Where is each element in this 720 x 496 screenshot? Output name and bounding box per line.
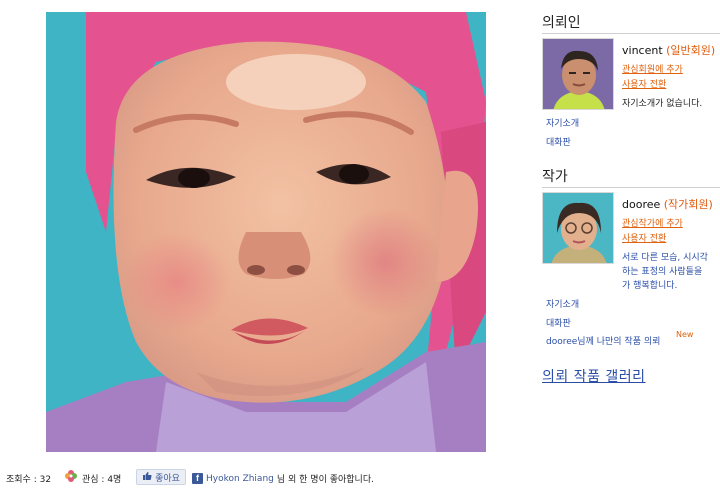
requester-role: (일반회원) (666, 44, 716, 57)
thumbs-up-icon (142, 471, 152, 484)
switch-user-link[interactable]: 사용자 전환 (622, 77, 666, 90)
requester-profile-link[interactable]: 자기소개 (546, 116, 579, 129)
artist-name-text[interactable]: dooree (622, 198, 660, 211)
facebook-likes-text: f Hyokon Zhiang 님 외 한 명이 좋아합니다. (192, 472, 374, 485)
requester-avatar[interactable] (542, 38, 614, 110)
requester-name[interactable]: vincent (일반회원) (622, 42, 715, 58)
requester-name-text[interactable]: vincent (622, 44, 663, 57)
artist-intro-line: 서로 다른 모습, 시시각 (622, 253, 708, 263)
artwork-image (46, 12, 486, 452)
artist-name[interactable]: dooree (작가회원) (622, 196, 713, 212)
artist-section-title: 작가 (542, 169, 568, 185)
artist-intro-line: 하는 표정의 사람들을 (622, 267, 703, 277)
facebook-user-link[interactable]: Hyokon Zhiang (206, 474, 274, 484)
new-badge: New (676, 330, 694, 339)
facebook-likes-suffix: 님 외 한 명이 좋아합니다. (276, 475, 374, 485)
interest-count: 관심 : 4명 (82, 475, 122, 485)
artist-role: (작가회원) (663, 198, 713, 211)
flower-icon (64, 469, 78, 486)
requester-intro: 자기소개가 없습니다. (622, 99, 703, 109)
artist-intro-line: 가 행복합니다. (622, 281, 678, 291)
facebook-icon: f (192, 473, 203, 484)
like-button[interactable]: 좋아요 (136, 469, 186, 485)
like-button-label: 좋아요 (155, 473, 180, 484)
switch-user-link[interactable]: 사용자 전환 (622, 231, 666, 244)
section-divider (542, 33, 720, 34)
requester-section-title: 의뢰인 (542, 15, 581, 31)
artist-board-link[interactable]: 대화판 (546, 316, 571, 329)
sidebar: 의뢰인 vincent (일반회원) 관심회원에 추가 사용자 전환 자기소개가… (542, 0, 720, 496)
commission-gallery-link[interactable]: 의뢰 작품 갤러리 (542, 366, 646, 386)
artist-profile-link[interactable]: 자기소개 (546, 297, 579, 310)
view-count: 조회수 : 32 (6, 475, 52, 485)
add-interest-artist-link[interactable]: 관심작가에 추가 (622, 216, 683, 229)
add-interest-member-link[interactable]: 관심회원에 추가 (622, 62, 683, 75)
footer-bar: 조회수 : 32 관심 : 4명 좋아요 f Hyokon Zhiang 님 외 … (0, 468, 720, 490)
requester-board-link[interactable]: 대화판 (546, 135, 571, 148)
commission-request-link[interactable]: dooree님께 나만의 작품 의뢰 (546, 334, 660, 347)
artist-avatar[interactable] (542, 192, 614, 264)
section-divider (542, 187, 720, 188)
